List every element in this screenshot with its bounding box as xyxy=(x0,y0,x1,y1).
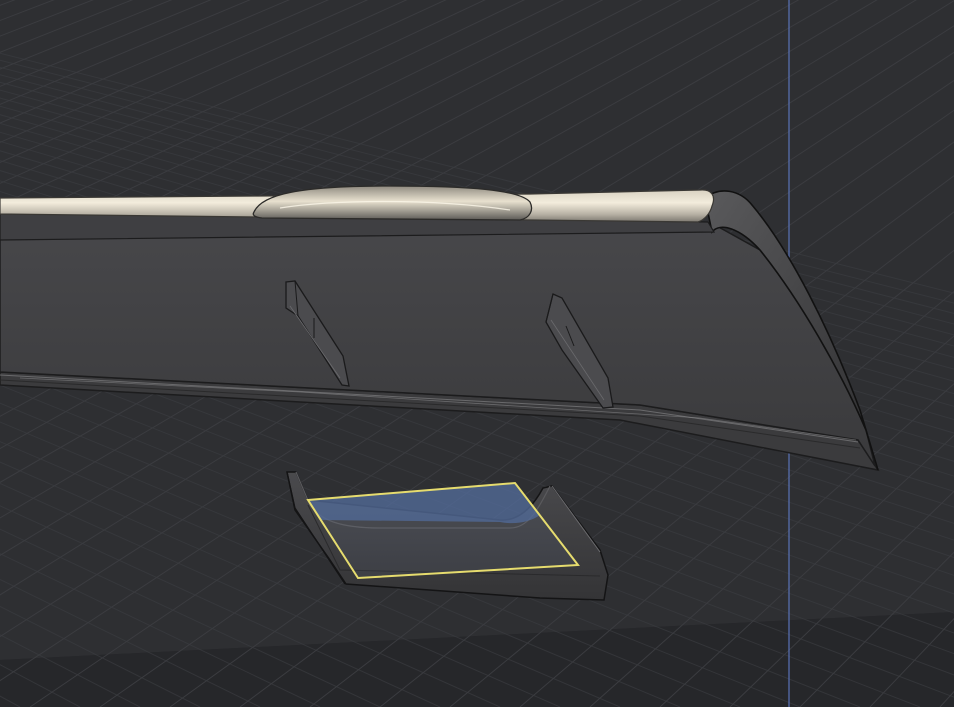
3d-viewport[interactable] xyxy=(0,0,954,707)
scene-canvas[interactable] xyxy=(0,0,954,707)
